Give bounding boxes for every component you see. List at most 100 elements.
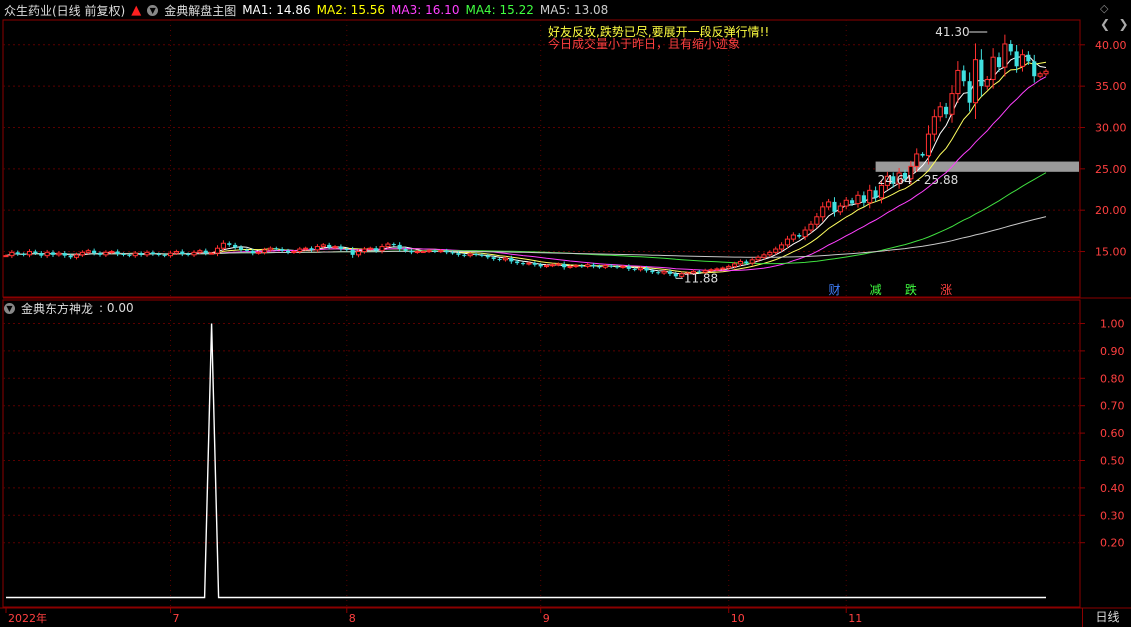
candle-body-up <box>1037 73 1043 77</box>
candle-body-up <box>332 246 338 249</box>
candle-body-down <box>15 252 20 255</box>
candle-body-up <box>555 263 561 266</box>
candle-body-up <box>214 247 221 254</box>
candle-body-down <box>797 234 802 237</box>
candle-body-up <box>755 256 761 261</box>
candle-body-up <box>808 223 814 231</box>
candle-body-down <box>444 250 449 253</box>
candle-body-down <box>861 195 866 203</box>
y-tick-label: 15.00 <box>1095 246 1127 259</box>
x-tick-label: 2022年 <box>8 611 47 625</box>
candle-body-down <box>92 250 97 254</box>
candle-body-up <box>73 254 80 258</box>
candle-body-down <box>491 257 496 259</box>
candle-body-up <box>837 205 843 213</box>
candle-body-down <box>485 255 490 258</box>
candle-body-down <box>626 266 631 269</box>
support-zone-bar <box>875 161 1079 172</box>
candle-body-down <box>961 70 966 82</box>
candle-body-up <box>167 252 174 257</box>
candle-body-up <box>843 199 849 207</box>
candle-body-up <box>937 106 943 118</box>
candle-body-up <box>867 189 873 204</box>
signal-marker: 涨 <box>940 282 952 297</box>
candle-body-down <box>280 249 285 251</box>
candle-body-down <box>285 250 291 253</box>
candle-body-up <box>984 79 990 87</box>
candle-body-down <box>450 252 455 254</box>
sub-y-tick-label: 0.70 <box>1100 400 1125 413</box>
signal-marker: 跌 <box>905 282 917 297</box>
candle-body-up <box>320 244 326 248</box>
candle-body-up <box>914 153 920 167</box>
candle-body-down <box>650 270 655 273</box>
candle-body-up <box>773 248 779 253</box>
candle-body-up <box>144 251 150 256</box>
candle-body-down <box>203 250 208 254</box>
candle-body-down <box>1008 43 1013 52</box>
candle-body-up <box>220 242 226 249</box>
candle-body-down <box>21 254 26 256</box>
candle-body-up <box>802 229 808 238</box>
y-tick-label: 25.00 <box>1095 163 1127 176</box>
candle-body-down <box>479 254 484 256</box>
sub-y-tick-label: 0.50 <box>1100 455 1125 468</box>
x-tick-label: 7 <box>173 612 180 625</box>
candle-body-up <box>79 251 85 256</box>
candle-body-up <box>379 246 385 252</box>
candle-body-up <box>385 243 391 248</box>
candle-body-up <box>878 184 885 199</box>
candle-body-up <box>784 238 791 246</box>
candle-body-up <box>355 251 362 256</box>
candle-body-down <box>180 251 185 255</box>
candle-body-down <box>227 243 232 245</box>
sub-y-tick-label: 0.30 <box>1100 509 1125 522</box>
candle-body-down <box>615 266 620 268</box>
candle-body-up <box>1019 54 1026 67</box>
candle-body-down <box>97 253 103 255</box>
candle-body-down <box>115 251 120 255</box>
chart-canvas[interactable]: 15.00 20.00 25.00 30.00 35.00 40.00 0.20 0.30 0.… <box>0 0 1131 627</box>
sub-y-tick-label: 0.40 <box>1100 482 1125 495</box>
zone-range-label: 24.64 - 25.88 <box>878 173 959 187</box>
candle-body-up <box>267 247 273 251</box>
candle-body-up <box>420 251 426 254</box>
candle-body-down <box>996 57 1002 68</box>
candle-body-up <box>949 93 955 115</box>
candle-body-up <box>820 206 826 218</box>
candle-body-up <box>814 216 820 225</box>
candle-body-up <box>526 262 532 265</box>
candle-body-up <box>85 250 91 253</box>
candle-body-up <box>573 265 579 268</box>
candle-body-down <box>597 266 602 268</box>
period-tab-daily[interactable]: 日线 <box>1082 608 1131 627</box>
candle-body-up <box>361 248 367 253</box>
candle-body-up <box>602 265 608 268</box>
candle-body-down <box>68 255 73 258</box>
candle-body-down <box>121 254 126 256</box>
candle-body-down <box>462 254 467 256</box>
high-price-label: 41.30 <box>935 25 969 39</box>
candle-body-down <box>62 253 67 256</box>
candle-body-down <box>920 153 925 156</box>
x-tick-label: 11 <box>848 612 862 625</box>
candle-body-up <box>931 116 937 135</box>
candle-body-down <box>186 254 191 256</box>
candle-body-down <box>127 254 132 256</box>
candle-body-up <box>661 270 667 274</box>
candle-body-up <box>544 265 550 268</box>
candle-body-down <box>344 249 349 251</box>
candle-body-down <box>850 200 855 204</box>
candle-body-up <box>256 251 262 254</box>
candle-body-down <box>309 248 314 250</box>
y-tick-label: 40.00 <box>1095 39 1127 52</box>
candle-body-up <box>109 251 115 254</box>
candle-body-down <box>979 59 984 87</box>
low-price-label: 11.88 <box>684 271 718 285</box>
candle-body-down <box>632 268 637 270</box>
candle-body-down <box>150 252 155 255</box>
x-tick-label: 9 <box>543 612 550 625</box>
sub-y-tick-label: 0.90 <box>1100 345 1125 358</box>
candle-body-down <box>391 244 396 246</box>
candle-body-up <box>173 251 179 254</box>
